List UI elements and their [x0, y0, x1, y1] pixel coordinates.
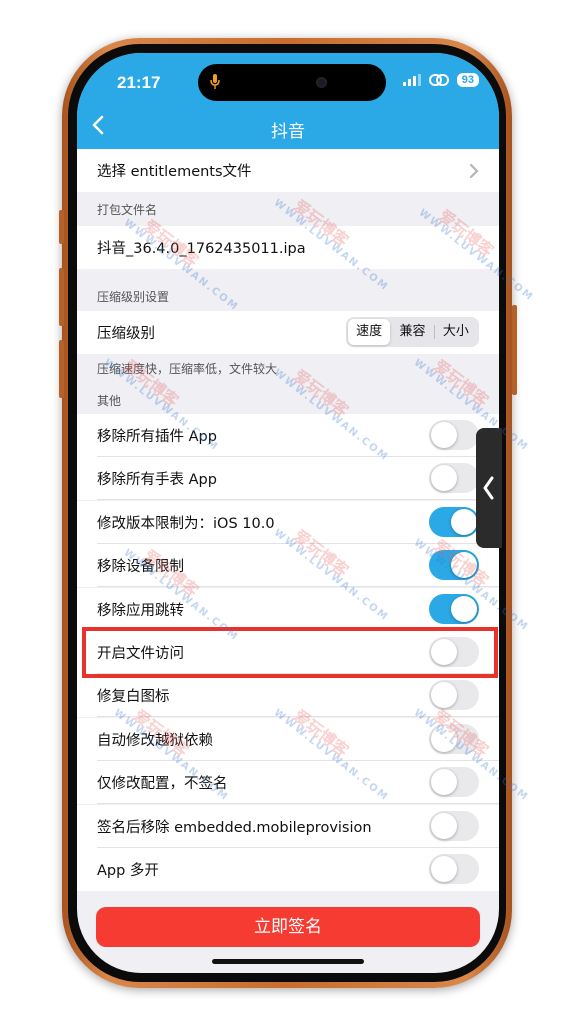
- toggle-switch[interactable]: [429, 810, 479, 841]
- action-button: [59, 210, 64, 244]
- toggle-row: 修改版本限制为：iOS 10.0: [77, 500, 499, 544]
- toggle-row: 移除所有插件 App: [77, 414, 499, 457]
- toggle-row: 签名后移除 embedded.mobileprovision: [77, 804, 499, 848]
- toggle-knob: [451, 508, 477, 535]
- battery-indicator: 93: [456, 73, 479, 87]
- toggle-switch[interactable]: [429, 463, 479, 494]
- toggle-label: 移除所有插件 App: [97, 429, 217, 445]
- toggle-label: 修改版本限制为：iOS 10.0: [97, 515, 275, 532]
- toggle-label: 自动修改越狱依赖: [97, 732, 213, 749]
- toggle-row: 自动修改越狱依赖: [77, 717, 499, 761]
- package-filename: 抖音_36.4.0_1762435011.ipa: [97, 241, 306, 257]
- compression-section-label: 压缩级别设置: [97, 290, 170, 304]
- toggle-row: 开启文件访问: [77, 631, 499, 674]
- toggle-knob: [451, 595, 477, 622]
- toggle-switch[interactable]: [429, 593, 479, 624]
- toggle-switch[interactable]: [429, 723, 479, 754]
- toggle-knob: [431, 856, 457, 882]
- toggle-switch[interactable]: [429, 680, 479, 711]
- toggle-label: 移除应用跳转: [97, 602, 184, 619]
- segment-compatible[interactable]: 兼容: [391, 319, 433, 345]
- toggle-row: 仅修改配置，不签名: [77, 761, 499, 805]
- toggle-row: App 多开: [77, 848, 499, 891]
- entitlements-label: 选择 entitlements文件: [97, 164, 252, 180]
- toggle-switch[interactable]: [429, 637, 479, 667]
- toggle-row: 移除应用跳转: [77, 587, 499, 631]
- phone-screen: 21:17 93 抖音 选择 entitlements文件 打包文件名 抖音_3…: [77, 53, 499, 973]
- toggle-label: 签名后移除 embedded.mobileprovision: [97, 819, 372, 836]
- chevron-right-icon: [469, 163, 479, 179]
- toggle-label: App 多开: [97, 863, 159, 879]
- dynamic-island: [198, 64, 386, 101]
- status-time: 21:17: [117, 73, 161, 92]
- toggle-row: 移除所有手表 App: [77, 457, 499, 501]
- microphone-icon: [210, 74, 220, 89]
- camera-icon: [316, 77, 327, 88]
- page-title: 抖音: [271, 122, 305, 142]
- signal-icon: [402, 74, 421, 86]
- compression-hint: 压缩速度快，压缩率低，文件较大: [97, 362, 278, 376]
- toggle-label: 移除所有手表 App: [97, 472, 217, 489]
- settings-list: 选择 entitlements文件 打包文件名 抖音_36.4.0_176243…: [77, 149, 499, 973]
- segment-size[interactable]: 大小: [435, 319, 477, 345]
- link-icon: [428, 74, 449, 86]
- toggle-switch[interactable]: [429, 420, 479, 450]
- toggle-knob: [431, 812, 457, 839]
- segment-speed[interactable]: 速度: [348, 319, 391, 345]
- toggle-knob: [431, 682, 457, 709]
- compression-row: 压缩级别 速度 兼容 大小: [77, 311, 499, 354]
- toggle-switch[interactable]: [429, 854, 479, 884]
- toggle-knob: [431, 465, 457, 492]
- compression-segmented-control: 速度 兼容 大小: [346, 317, 479, 347]
- toggle-switch[interactable]: [429, 506, 479, 537]
- toggle-label: 开启文件访问: [97, 646, 184, 662]
- toggle-switch[interactable]: [429, 550, 479, 581]
- status-icons: 93: [402, 73, 479, 87]
- toggle-knob: [431, 769, 457, 796]
- compression-label: 压缩级别: [97, 326, 155, 342]
- chevron-left-icon: [483, 476, 494, 500]
- home-indicator: [212, 959, 364, 964]
- toggle-knob: [451, 552, 477, 579]
- sign-now-button[interactable]: 立即签名: [96, 907, 480, 947]
- toggle-knob: [431, 639, 457, 665]
- header: 21:17 93 抖音: [77, 53, 499, 149]
- power-button: [512, 305, 517, 395]
- volume-down-button: [59, 340, 64, 398]
- entitlements-row[interactable]: 选择 entitlements文件: [77, 149, 499, 192]
- other-section-label: 其他: [97, 394, 122, 408]
- toggle-label: 仅修改配置，不签名: [97, 776, 228, 793]
- toggle-knob: [431, 422, 457, 448]
- toggle-label: 修复白图标: [97, 689, 170, 706]
- toggle-row: 移除设备限制: [77, 544, 499, 588]
- toggle-row: 修复白图标: [77, 674, 499, 718]
- toggle-switch[interactable]: [429, 767, 479, 798]
- package-filename-row[interactable]: 抖音_36.4.0_1762435011.ipa: [77, 226, 499, 269]
- package-section-label: 打包文件名: [97, 203, 158, 217]
- toggle-knob: [431, 725, 457, 752]
- volume-up-button: [59, 268, 64, 326]
- side-panel-handle[interactable]: [476, 428, 502, 548]
- toggle-label: 移除设备限制: [97, 559, 184, 576]
